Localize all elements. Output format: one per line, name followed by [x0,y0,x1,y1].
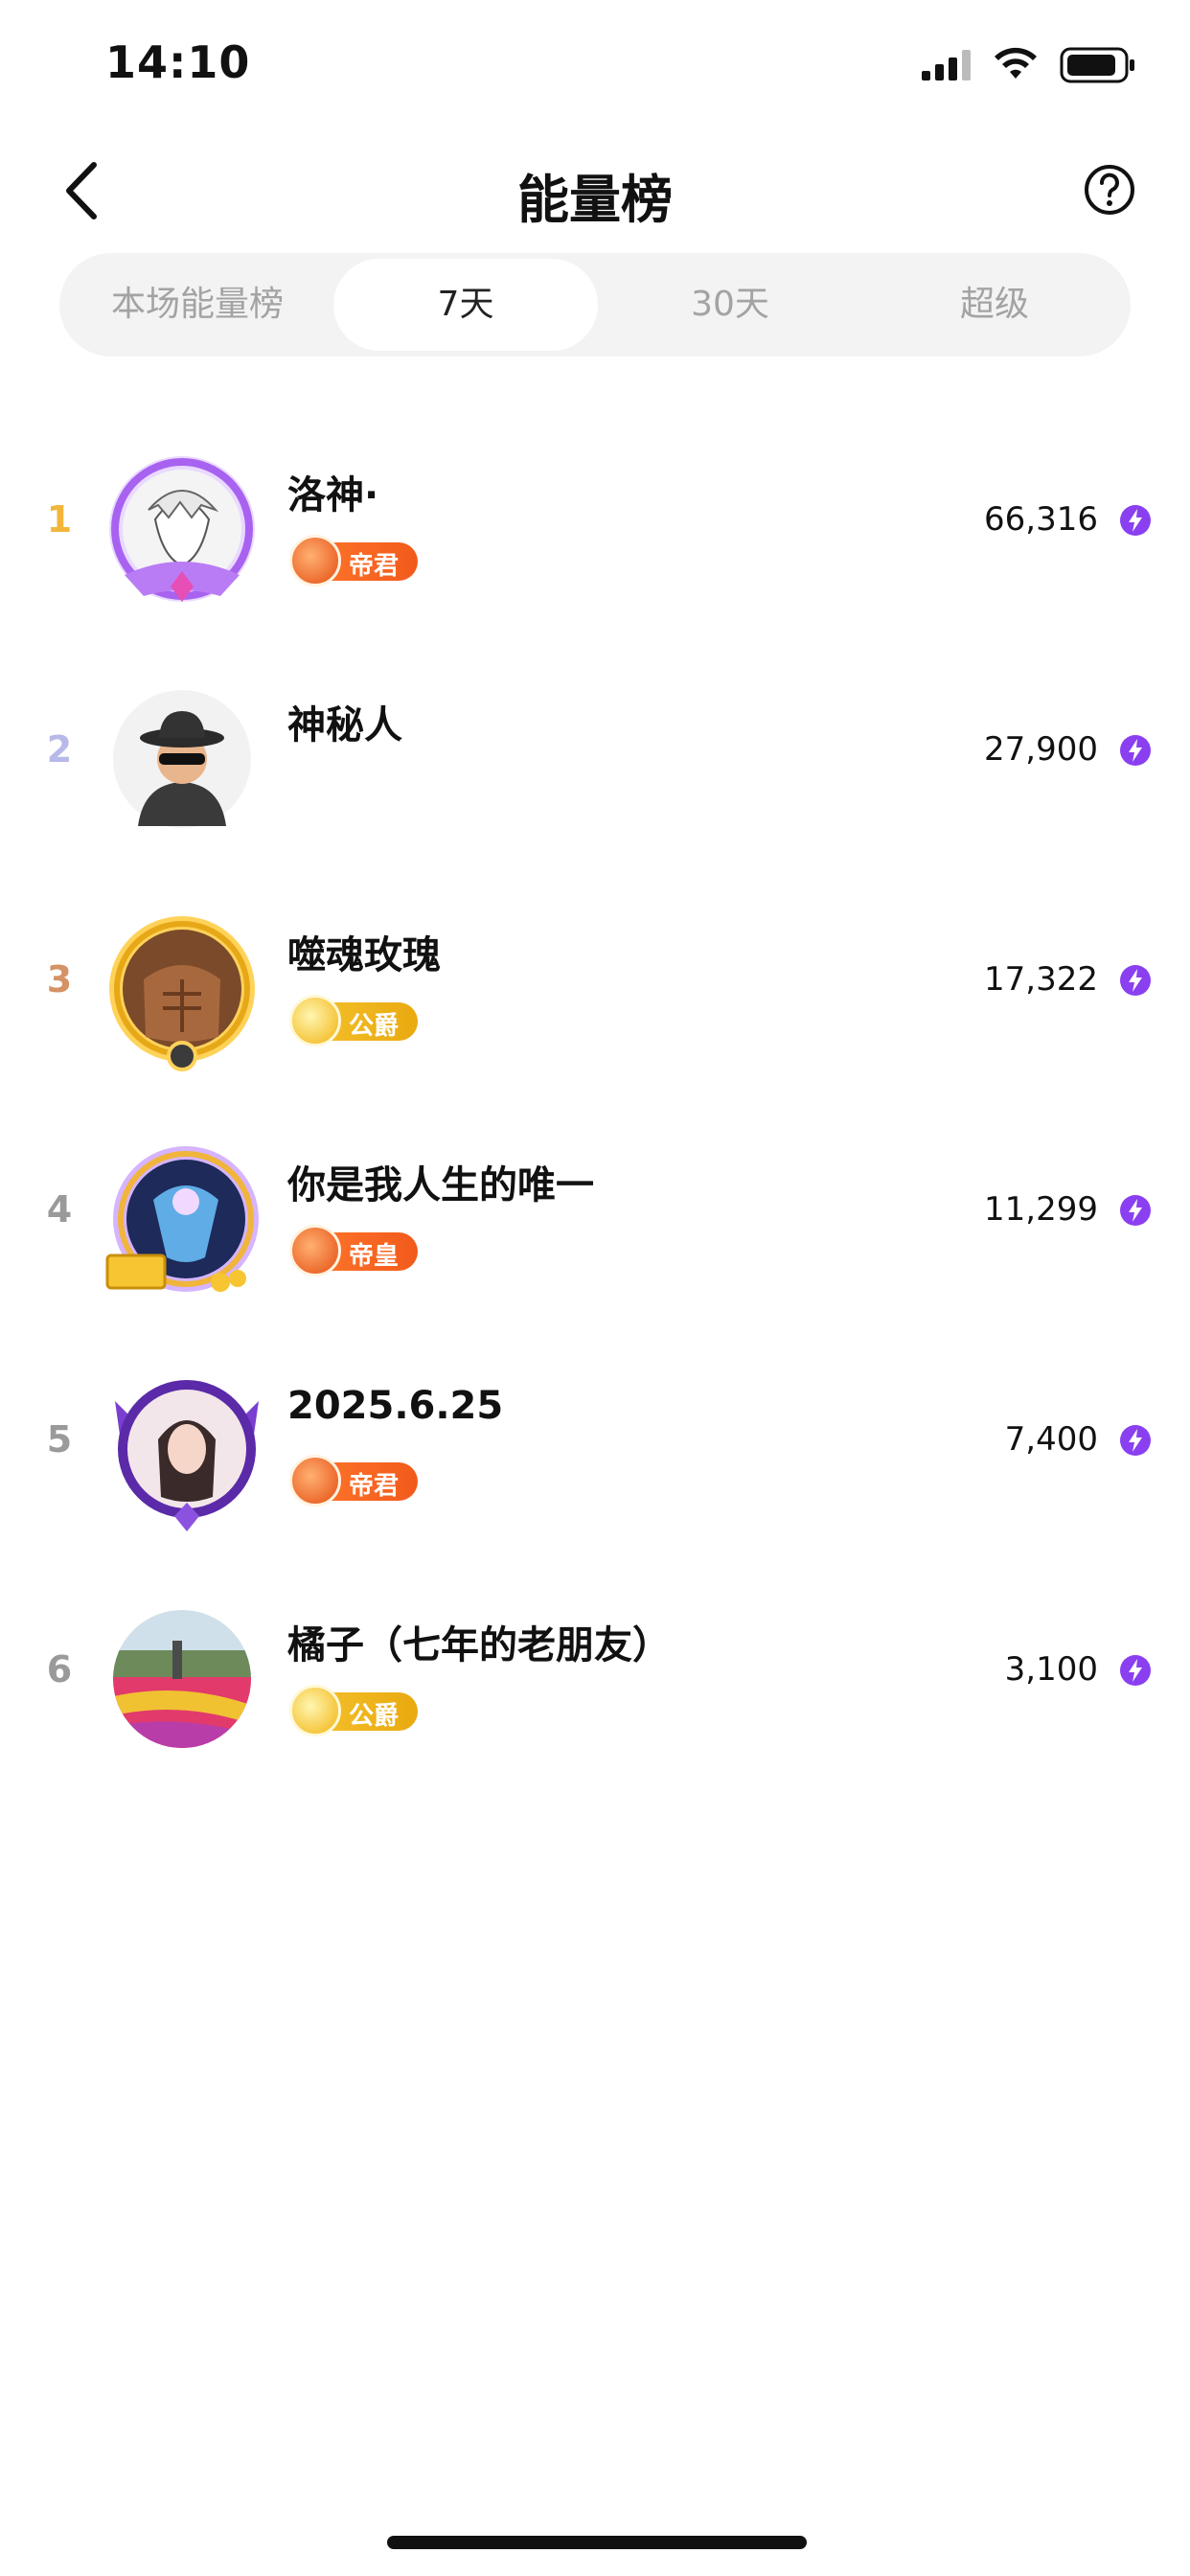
badge-emblem-icon [289,535,341,586]
badge-emblem-icon [289,1225,341,1276]
avatar[interactable] [105,452,259,606]
rank-number: 6 [46,1648,73,1690]
energy-score: 11,299 [984,1190,1098,1229]
avatar[interactable] [105,1372,259,1531]
avatar[interactable] [105,682,259,836]
energy-bolt-icon [1120,1655,1151,1686]
avatar-frame-icon [105,1146,259,1292]
badge-emblem-icon [289,1455,341,1506]
energy-score: 27,900 [984,730,1098,769]
avatar[interactable] [105,1142,259,1296]
level-badge: 帝君 [289,1455,418,1506]
status-time: 14:10 [105,36,251,88]
nav-bar: 能量榜 [0,144,1190,240]
level-badge: 公爵 [289,1685,418,1736]
energy-bolt-icon [1120,1195,1151,1226]
help-button[interactable] [1083,163,1136,217]
home-indicator[interactable] [387,2536,807,2549]
level-badge: 帝君 [289,535,418,586]
mystery-person-avatar-icon [113,690,251,828]
tab-super[interactable]: 超级 [862,259,1127,351]
avatar-frame-icon [109,916,255,1071]
avatar-frame-icon [109,456,255,602]
user-name: 洛神· [287,473,379,518]
rank-number: 2 [46,728,73,770]
energy-score: 17,322 [984,960,1098,999]
energy-score: 66,316 [984,500,1098,539]
rank-number: 3 [46,958,73,1000]
status-bar: 14:10 [0,0,1190,126]
level-badge: 公爵 [289,995,418,1046]
energy-leaderboard-page: 14:10 能量榜 本场能量榜 7天 30天 超级 1 洛神· 帝君 66,31… [0,0,1190,2576]
rank-number: 4 [46,1188,73,1230]
wifi-icon [995,47,1037,79]
rank-number: 5 [46,1418,73,1460]
tab-current-session[interactable]: 本场能量榜 [65,259,330,351]
battery-icon [1060,47,1134,83]
list-item[interactable]: 3 噬魂玫瑰 公爵 17,322 [0,874,1190,1104]
energy-bolt-icon [1120,505,1151,536]
user-name: 神秘人 [287,703,402,748]
list-item[interactable]: 4 你是我人生的唯一 帝皇 11,299 [0,1104,1190,1334]
user-name: 噬魂玫瑰 [287,933,441,978]
energy-bolt-icon [1120,1425,1151,1456]
period-tabs: 本场能量榜 7天 30天 超级 [59,253,1131,356]
user-name: 你是我人生的唯一 [287,1163,594,1208]
tab-7-days[interactable]: 7天 [333,259,598,351]
energy-score: 3,100 [1004,1650,1098,1689]
level-badge: 帝皇 [289,1225,418,1276]
avatar[interactable] [105,1602,259,1756]
list-item[interactable]: 2 神秘人 27,900 [0,644,1190,874]
energy-bolt-icon [1120,735,1151,766]
cellular-signal-icon [922,50,971,80]
page-title: 能量榜 [517,170,673,230]
tab-30-days[interactable]: 30天 [598,259,862,351]
badge-emblem-icon [289,995,341,1046]
energy-bolt-icon [1120,965,1151,996]
list-item[interactable]: 1 洛神· 帝君 66,316 [0,414,1190,644]
flower-field-avatar-icon [113,1610,251,1748]
badge-emblem-icon [289,1685,341,1736]
avatar-frame-icon [115,1380,259,1531]
energy-score: 7,400 [1004,1420,1098,1459]
rank-number: 1 [46,498,73,540]
user-name: 2025.6.25 [287,1384,504,1428]
list-item[interactable]: 5 2025.6.25 帝君 7,400 [0,1334,1190,1564]
avatar[interactable] [105,912,259,1071]
list-item[interactable]: 6 橘子（七年的老朋友） 公爵 3,100 [0,1564,1190,1794]
question-circle-icon [1085,165,1134,215]
user-name: 橘子（七年的老朋友） [287,1623,671,1668]
